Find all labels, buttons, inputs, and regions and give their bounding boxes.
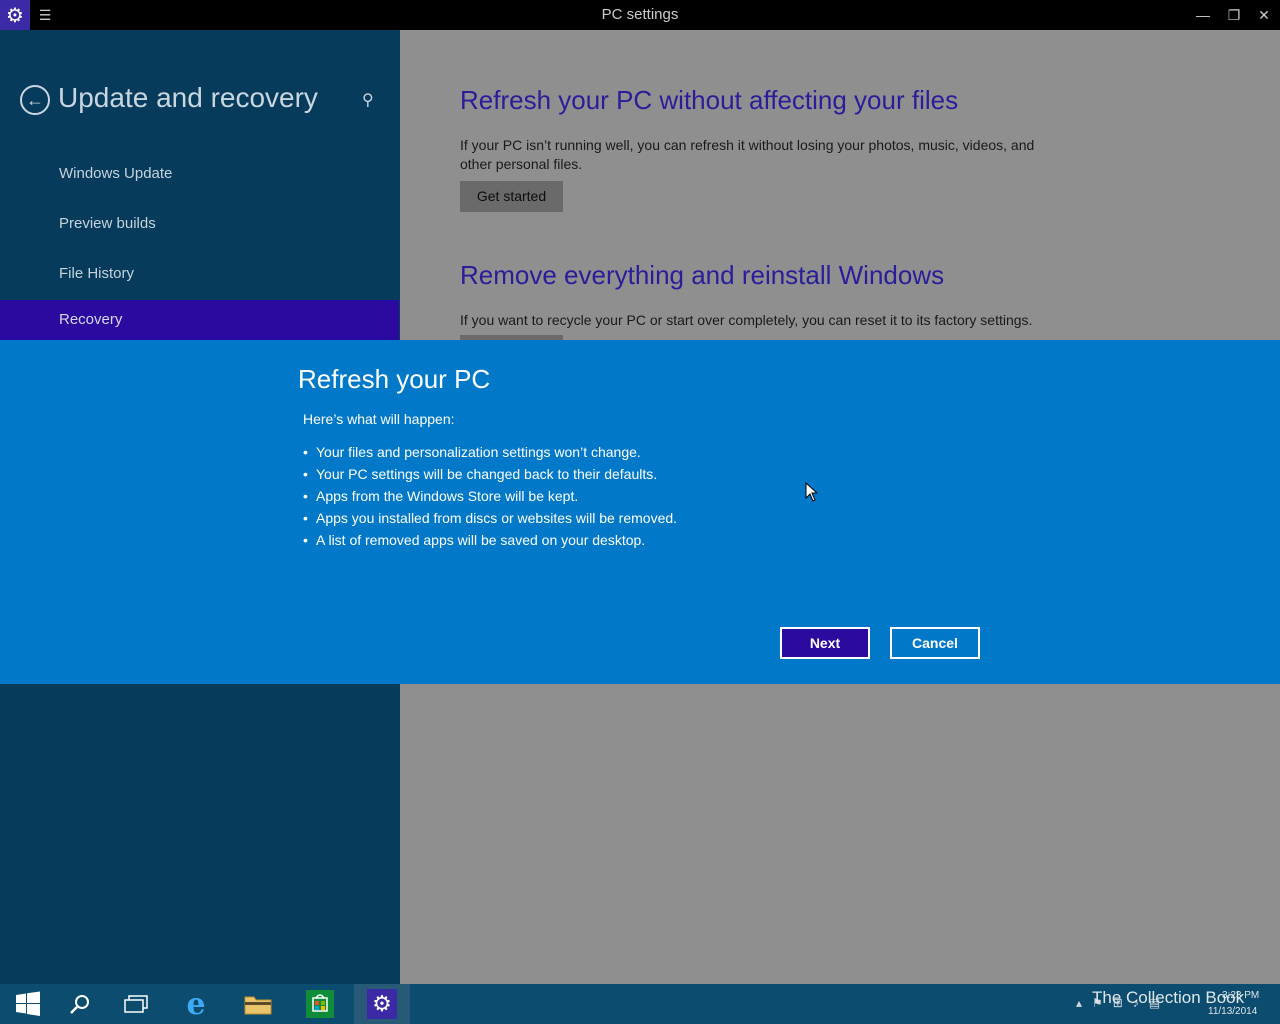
sidebar-item-recovery[interactable]: Recovery	[0, 300, 399, 340]
dialog-subtitle: Here’s what will happen:	[303, 411, 455, 427]
clock-date[interactable]: 11/13/2014	[1208, 1006, 1257, 1017]
list-item: • Your files and personalization settings…	[303, 444, 641, 460]
list-item: • Apps from the Windows Store will be kep…	[303, 488, 579, 504]
dialog-bullet-list: • Your files and personalization settings…	[303, 441, 677, 551]
dialog-title: Refresh your PC	[298, 364, 491, 394]
restore-button[interactable]: ❐	[1223, 4, 1245, 26]
refresh-heading: Refresh your PC without affecting your f…	[460, 85, 959, 115]
close-button[interactable]: ✕	[1253, 4, 1275, 26]
list-item: • Your PC settings will be changed back t…	[303, 466, 658, 482]
file-explorer-icon[interactable]	[230, 984, 286, 1024]
taskbar: e ⚙ ▴⚑⊞♪▤ The Collection Book 3:23 PM 11…	[0, 984, 1280, 1024]
start-icon[interactable]	[0, 984, 56, 1024]
task-view-icon[interactable]	[108, 984, 164, 1024]
window-title: PC settings	[601, 6, 679, 23]
list-item: • Apps you installed from discs or websit…	[303, 510, 678, 526]
reset-description: If you want to recycle your PC or start …	[460, 312, 1033, 328]
settings-icon[interactable]: ⚙	[354, 984, 410, 1024]
sidebar-item-preview-builds[interactable]: Preview builds	[0, 204, 399, 244]
sidebar-item-file-history[interactable]: File History	[0, 254, 399, 294]
refresh-description: If your PC isn’t running well, you can r…	[460, 137, 1035, 172]
sidebar-title: Update and recovery	[58, 82, 318, 113]
list-item: • A list of removed apps will be saved on…	[303, 532, 646, 548]
title-bar: ⚙ ☰ PC settings — ❐ ✕	[0, 0, 1280, 30]
internet-explorer-icon[interactable]: e	[168, 984, 224, 1024]
search-icon[interactable]: ⚲	[362, 90, 374, 110]
next-button[interactable]: Next	[780, 627, 870, 659]
minimize-button[interactable]: —	[1192, 4, 1214, 26]
mouse-cursor-icon	[805, 482, 819, 502]
store-icon[interactable]	[292, 984, 348, 1024]
refresh-dialog: Refresh your PC Here’s what will happen:…	[0, 340, 1280, 684]
clock-time[interactable]: 3:23 PM	[1222, 990, 1259, 1001]
search-icon[interactable]	[52, 984, 108, 1024]
cancel-button[interactable]: Cancel	[890, 627, 980, 659]
reset-heading: Remove everything and reinstall Windows	[460, 260, 945, 290]
back-arrow-icon[interactable]: ←	[20, 85, 50, 115]
sidebar-item-windows-update[interactable]: Windows Update	[0, 154, 399, 194]
get-started-button[interactable]: Get started	[460, 181, 563, 212]
